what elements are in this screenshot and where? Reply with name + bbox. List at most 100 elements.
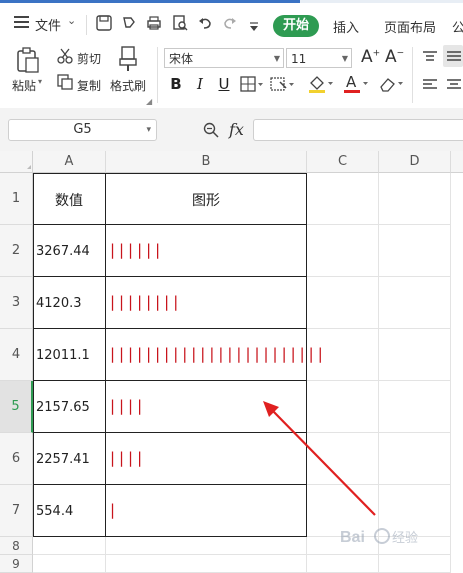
font-color-icon[interactable]: A <box>343 73 371 95</box>
row-header-7[interactable]: 7 <box>0 485 33 537</box>
table-divider <box>33 380 307 381</box>
value-cell[interactable]: 4120.3 <box>36 296 82 311</box>
increase-font-icon[interactable]: A+ <box>361 47 380 67</box>
row-header-6[interactable]: 6 <box>0 433 33 485</box>
value-cell[interactable]: 554.4 <box>36 504 73 519</box>
bold-button[interactable]: B <box>166 73 186 95</box>
column-header-e[interactable] <box>451 151 463 173</box>
font-name-select[interactable]: 宋体 ▼ <box>164 48 284 68</box>
align-middle-icon[interactable] <box>443 45 463 67</box>
file-menu[interactable]: 文件 <box>35 15 61 34</box>
copy-icon[interactable] <box>57 74 73 90</box>
grid-cell[interactable] <box>379 329 451 381</box>
formula-input[interactable] <box>253 119 463 141</box>
tab-insert[interactable]: 插入 <box>333 17 359 36</box>
cut-icon[interactable] <box>57 48 73 64</box>
align-left-icon[interactable] <box>422 77 438 91</box>
format-painter-button[interactable]: 格式刷 <box>110 77 146 94</box>
bar-cell[interactable]: |||| <box>108 449 144 467</box>
bar-cell[interactable]: |||||| <box>108 241 162 259</box>
header-cell-chart[interactable]: 图形 <box>192 190 220 210</box>
undo-icon[interactable] <box>196 15 214 33</box>
grid-cell[interactable] <box>379 555 451 573</box>
hamburger-icon[interactable] <box>14 14 30 28</box>
dialog-launcher-icon[interactable]: ◢ <box>146 97 152 106</box>
name-box[interactable]: G5 ▾ <box>8 119 157 141</box>
print-icon[interactable] <box>145 15 163 33</box>
grid-cell[interactable] <box>106 555 307 573</box>
tab-page-layout[interactable]: 页面布局 <box>384 17 436 36</box>
cell-style-icon[interactable] <box>270 76 296 92</box>
header-cell-value[interactable]: 数值 <box>55 190 83 210</box>
row-header-4[interactable]: 4 <box>0 329 33 381</box>
grid-cell[interactable] <box>307 277 379 329</box>
align-center-icon[interactable] <box>446 77 462 91</box>
table-divider <box>33 276 307 277</box>
cut-button[interactable]: 剪切 <box>77 50 101 67</box>
paste-icon[interactable] <box>17 47 39 73</box>
grid-cell[interactable] <box>33 555 106 573</box>
chevron-down-icon[interactable]: ▾ <box>38 77 42 86</box>
italic-button[interactable]: I <box>190 73 210 95</box>
quick-access-dropdown-icon[interactable] <box>249 17 259 36</box>
column-header-a[interactable]: A <box>33 151 106 173</box>
tab-home[interactable]: 开始 <box>273 15 319 37</box>
redo-icon[interactable] <box>221 15 239 33</box>
print-preview-icon[interactable] <box>171 15 189 33</box>
paste-button[interactable]: 粘贴 <box>12 77 36 94</box>
underline-button[interactable]: U <box>214 73 234 95</box>
row-header-9[interactable]: 9 <box>0 555 33 573</box>
value-cell[interactable]: 12011.1 <box>36 348 90 363</box>
zoom-icon[interactable] <box>203 122 219 138</box>
chevron-down-icon[interactable]: ⌄ <box>67 14 76 27</box>
bar-cell[interactable]: |||| <box>108 397 144 415</box>
value-cell[interactable]: 3267.44 <box>36 244 90 259</box>
insert-function-button[interactable]: fx <box>229 120 244 139</box>
clear-format-icon[interactable] <box>378 74 406 94</box>
align-top-icon[interactable] <box>422 49 438 63</box>
grid-cell[interactable] <box>106 537 307 555</box>
grid-cell[interactable] <box>307 173 379 225</box>
table-divider <box>33 328 307 329</box>
export-icon[interactable] <box>120 15 138 33</box>
format-painter-icon[interactable] <box>118 46 138 72</box>
row-header-3[interactable]: 3 <box>0 277 33 329</box>
bar-cell[interactable]: |||||||| <box>108 293 180 311</box>
grid-cell[interactable] <box>379 277 451 329</box>
row-header-2[interactable]: 2 <box>0 225 33 277</box>
bar-cell[interactable]: |||||||||||||||||||||||| <box>108 345 325 363</box>
fill-color-icon[interactable] <box>308 74 336 94</box>
row-header-8[interactable]: 8 <box>0 537 33 555</box>
grid-cell[interactable] <box>379 173 451 225</box>
divider <box>157 47 158 103</box>
grid-cell[interactable] <box>307 555 379 573</box>
value-cell[interactable]: 2257.41 <box>36 452 90 467</box>
column-header-c[interactable]: C <box>307 151 379 173</box>
svg-text:经验: 经验 <box>392 530 418 546</box>
grid-cell[interactable] <box>379 433 451 485</box>
save-icon[interactable] <box>95 15 113 33</box>
table-divider <box>33 224 307 225</box>
value-cell[interactable]: 2157.65 <box>36 400 90 415</box>
grid-cell[interactable] <box>379 381 451 433</box>
menu-bar: 文件 ⌄ 开始 插入 页面布局 公 <box>0 3 463 43</box>
row-header-1[interactable]: 1 <box>0 173 33 225</box>
chevron-down-icon: ▼ <box>273 54 280 63</box>
border-icon[interactable] <box>240 76 264 92</box>
ribbon: 粘贴 ▾ 剪切 复制 格式刷 宋体 ▼ 11 ▼ A+ A− B I U A ◢ <box>0 43 463 109</box>
font-size-select[interactable]: 11 ▼ <box>286 48 352 68</box>
select-all-corner[interactable] <box>0 151 33 173</box>
grid-cell[interactable] <box>307 225 379 277</box>
bar-cell[interactable]: | <box>108 501 117 519</box>
column-header-b[interactable]: B <box>106 151 307 173</box>
table-divider <box>105 173 106 537</box>
grid-cell[interactable] <box>379 225 451 277</box>
tab-formulas[interactable]: 公 <box>452 17 463 36</box>
row-header-5[interactable]: 5 <box>0 381 33 433</box>
grid-cell[interactable] <box>33 537 106 555</box>
column-header-d[interactable]: D <box>379 151 451 173</box>
decrease-font-icon[interactable]: A− <box>385 47 404 67</box>
divider <box>86 15 87 35</box>
copy-button[interactable]: 复制 <box>77 77 101 94</box>
divider <box>412 47 413 103</box>
